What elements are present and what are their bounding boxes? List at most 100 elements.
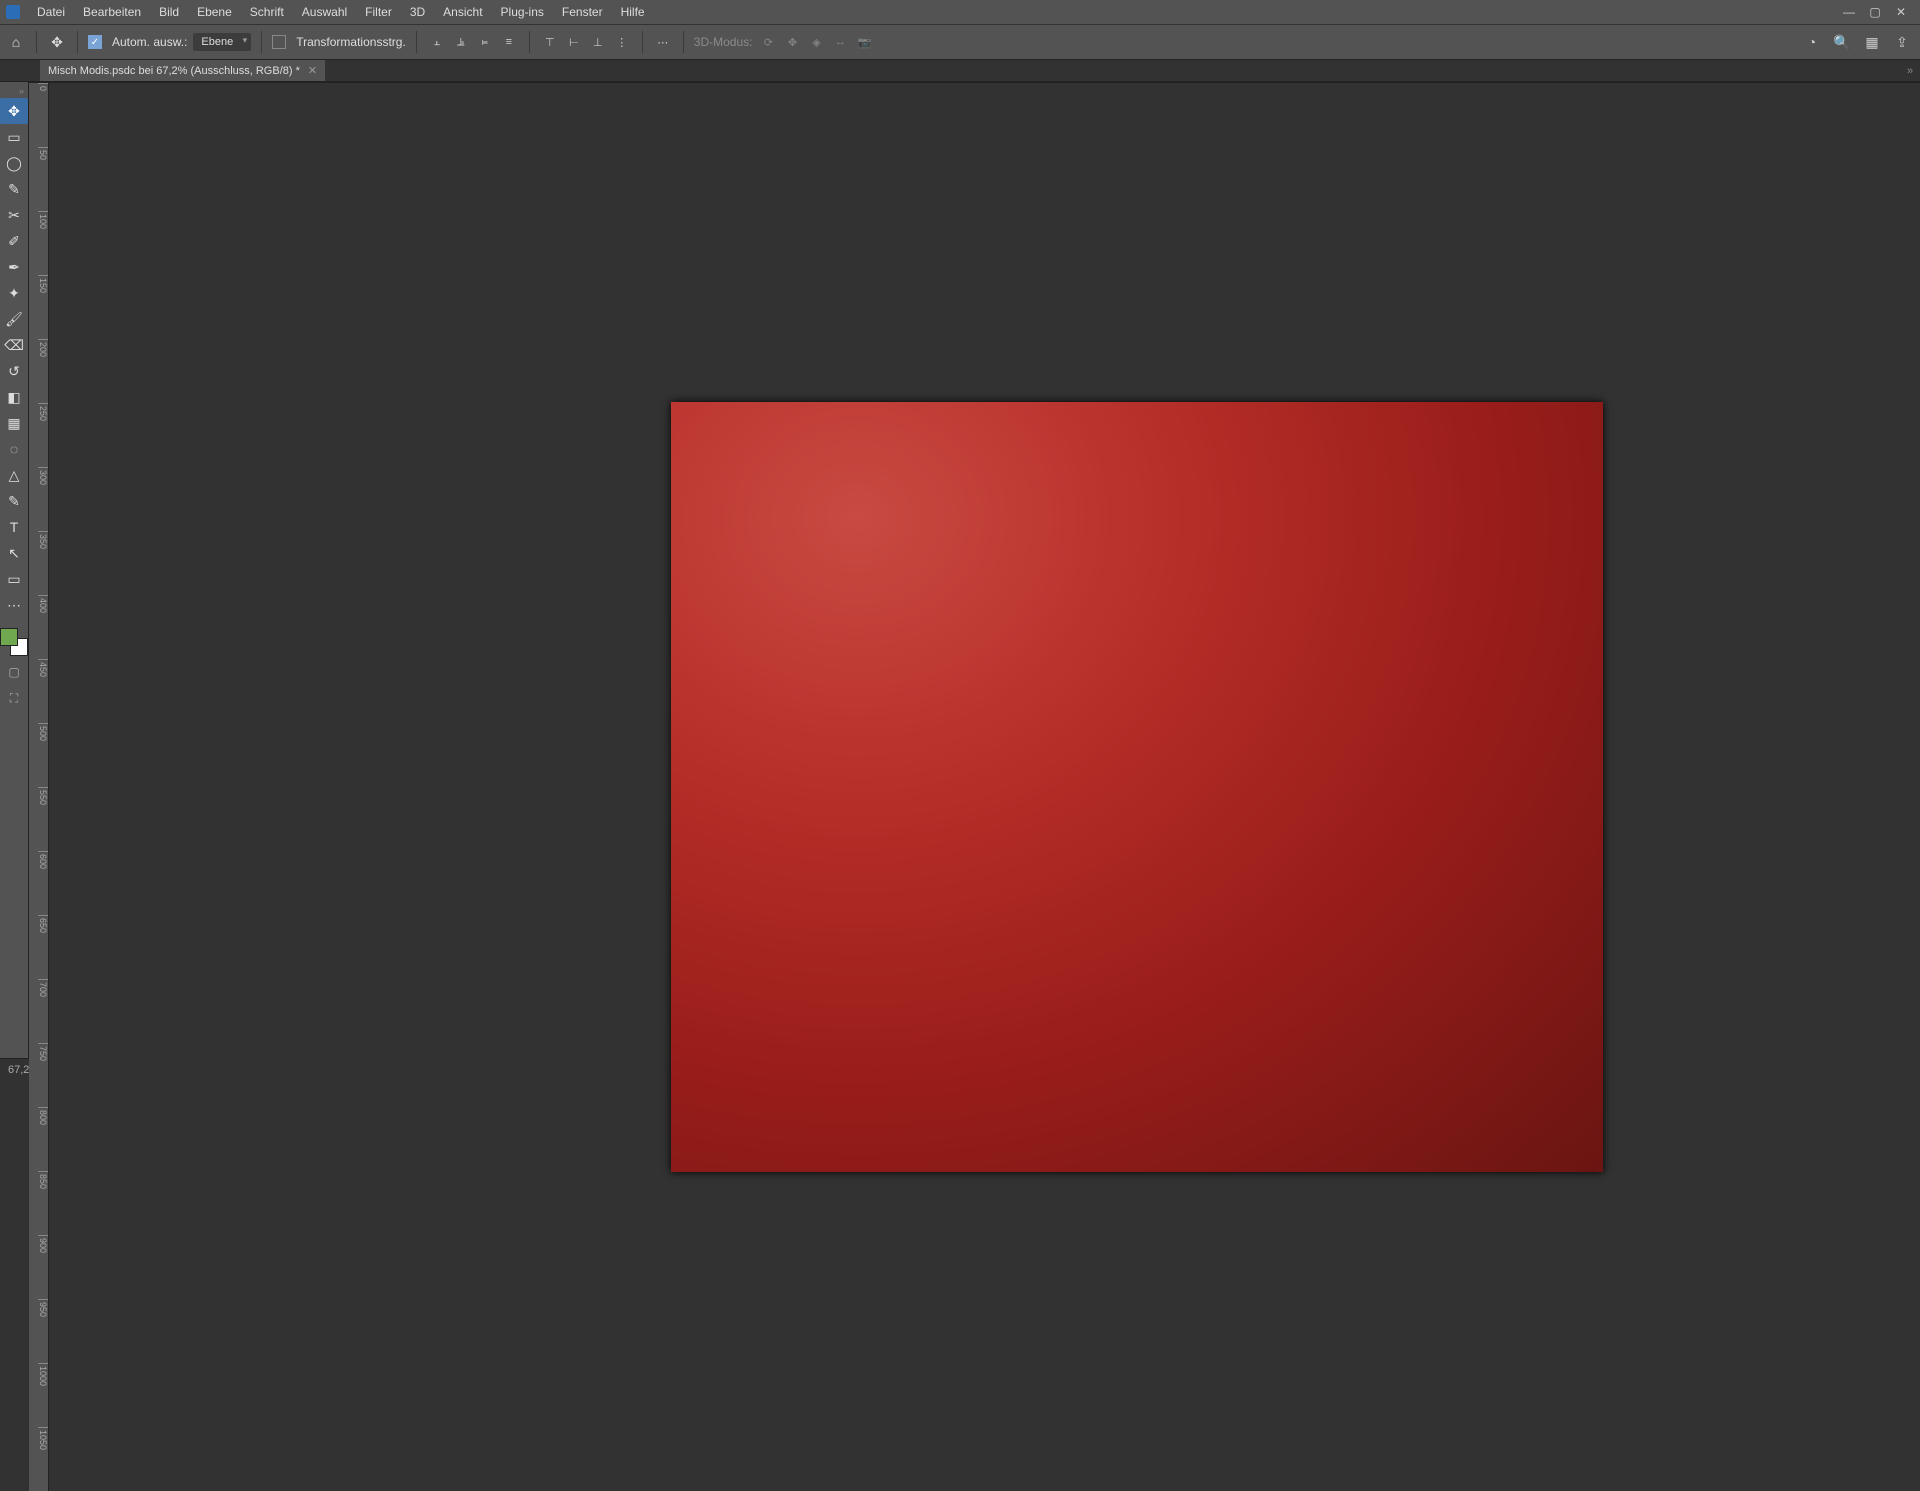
dolly3d-icon: ◈ bbox=[806, 32, 826, 52]
document-tab-title: Misch Modis.psdc bei 67,2% (Ausschluss, … bbox=[48, 65, 300, 77]
menu-item-datei[interactable]: Datei bbox=[28, 5, 74, 19]
menu-item-schrift[interactable]: Schrift bbox=[241, 5, 293, 19]
history-brush-tool[interactable]: ↺ bbox=[0, 358, 28, 384]
more-tools[interactable]: ⋯ bbox=[0, 592, 28, 618]
menu-item-auswahl[interactable]: Auswahl bbox=[293, 5, 356, 19]
maximize-button[interactable]: ▢ bbox=[1862, 0, 1888, 24]
ruler-v-tick: 200 bbox=[38, 339, 48, 403]
ruler-v-tick: 1000 bbox=[38, 1363, 48, 1427]
align-bottom-icon[interactable]: ⊥ bbox=[588, 32, 608, 52]
align-top-icon[interactable]: ⊤ bbox=[540, 32, 560, 52]
auto-select-checkbox[interactable]: ✓ bbox=[88, 35, 102, 49]
menu-item-hilfe[interactable]: Hilfe bbox=[612, 5, 654, 19]
stamp-tool[interactable]: ⌫ bbox=[0, 332, 28, 358]
cloud-docs-icon[interactable]: ◔ bbox=[1800, 30, 1824, 54]
ruler-v-tick: 1050 bbox=[38, 1427, 48, 1491]
move-tool-icon[interactable]: ✥ bbox=[47, 32, 67, 52]
frame-tool[interactable]: ✐ bbox=[0, 228, 28, 254]
align-center-h-icon[interactable]: ⫡ bbox=[451, 32, 471, 52]
ruler-v-tick: 250 bbox=[38, 403, 48, 467]
screenmode-icon[interactable]: ⛶ bbox=[0, 688, 28, 708]
shape-tool[interactable]: ▭ bbox=[0, 566, 28, 592]
align-center-v-icon[interactable]: ⊢ bbox=[564, 32, 584, 52]
toolbox: » ✥▭◯✎✂✐✒✦🖌⌫↺◧▦◌△✎T↖▭⋯ ▢ ⛶ bbox=[0, 82, 29, 1058]
ruler-v-tick: 650 bbox=[38, 915, 48, 979]
ruler-v-tick: 850 bbox=[38, 1171, 48, 1235]
search-icon[interactable]: 🔍 bbox=[1830, 30, 1854, 54]
workspace-icon[interactable]: ▦ bbox=[1860, 30, 1884, 54]
menu-item-ansicht[interactable]: Ansicht bbox=[434, 5, 491, 19]
marquee-tool[interactable]: ▭ bbox=[0, 124, 28, 150]
lasso-tool[interactable]: ◯ bbox=[0, 150, 28, 176]
orbit3d-icon: ⟳ bbox=[758, 32, 778, 52]
dodge-tool[interactable]: △ bbox=[0, 462, 28, 488]
pan3d-icon: ✥ bbox=[782, 32, 802, 52]
canvas-viewport[interactable] bbox=[49, 83, 1920, 1491]
camera3d-icon: 📷 bbox=[854, 32, 874, 52]
align-right-icon[interactable]: ⫢ bbox=[475, 32, 495, 52]
menu-item-fenster[interactable]: Fenster bbox=[553, 5, 612, 19]
distribute-v-icon[interactable]: ⋮ bbox=[612, 32, 632, 52]
ruler-v-tick: 600 bbox=[38, 851, 48, 915]
close-window-button[interactable]: ✕ bbox=[1888, 0, 1914, 24]
path-selection-tool[interactable]: ↖ bbox=[0, 540, 28, 566]
color-swatches[interactable] bbox=[0, 628, 28, 656]
menubar: DateiBearbeitenBildEbeneSchriftAuswahlFi… bbox=[0, 0, 1920, 24]
document-tab[interactable]: Misch Modis.psdc bei 67,2% (Ausschluss, … bbox=[40, 60, 325, 81]
crop-tool[interactable]: ✂ bbox=[0, 202, 28, 228]
ruler-v-tick: 150 bbox=[38, 275, 48, 339]
ruler-v-tick: 950 bbox=[38, 1299, 48, 1363]
minimize-button[interactable]: — bbox=[1836, 0, 1862, 24]
ruler-v-tick: 0 bbox=[38, 83, 48, 147]
eraser-tool[interactable]: ◧ bbox=[0, 384, 28, 410]
home-icon[interactable]: ⌂ bbox=[6, 32, 26, 52]
options-bar: ⌂ ✥ ✓ Autom. ausw.: Ebene Transformation… bbox=[0, 24, 1920, 60]
auto-select-target-dropdown[interactable]: Ebene bbox=[193, 33, 251, 51]
close-tab-icon[interactable]: ✕ bbox=[308, 64, 317, 77]
slide3d-icon: ↔ bbox=[830, 32, 850, 52]
menu-item-plug-ins[interactable]: Plug-ins bbox=[492, 5, 553, 19]
menu-item-filter[interactable]: Filter bbox=[356, 5, 401, 19]
pen-tool[interactable]: ✎ bbox=[0, 488, 28, 514]
ruler-v-tick: 550 bbox=[38, 787, 48, 851]
ruler-vertical: 0501001502002503003504004505005506006507… bbox=[29, 83, 49, 1491]
menu-item-bild[interactable]: Bild bbox=[150, 5, 188, 19]
ruler-v-tick: 350 bbox=[38, 531, 48, 595]
brush-tool[interactable]: 🖌 bbox=[0, 306, 28, 332]
ruler-v-tick: 500 bbox=[38, 723, 48, 787]
toolbox-collapse-icon[interactable]: » bbox=[19, 86, 24, 96]
auto-select-label: Autom. ausw.: bbox=[112, 35, 187, 49]
fg-color-swatch[interactable] bbox=[0, 628, 18, 646]
app-logo-icon bbox=[6, 5, 20, 19]
distribute-h-icon[interactable]: ≡ bbox=[499, 32, 519, 52]
eyedropper-tool[interactable]: ✒ bbox=[0, 254, 28, 280]
healing-tool[interactable]: ✦ bbox=[0, 280, 28, 306]
ruler-v-tick: 800 bbox=[38, 1107, 48, 1171]
menu-item-ebene[interactable]: Ebene bbox=[188, 5, 241, 19]
gradient-tool[interactable]: ▦ bbox=[0, 410, 28, 436]
menu-item-bearbeiten[interactable]: Bearbeiten bbox=[74, 5, 150, 19]
quickmask-icon[interactable]: ▢ bbox=[0, 662, 28, 682]
tab-overflow-icon[interactable]: » bbox=[1900, 60, 1920, 81]
transform-controls-checkbox[interactable] bbox=[272, 35, 286, 49]
ruler-v-tick: 750 bbox=[38, 1043, 48, 1107]
document-tabbar: Misch Modis.psdc bei 67,2% (Ausschluss, … bbox=[0, 60, 1920, 82]
transform-controls-label: Transformationsstrg. bbox=[296, 35, 406, 49]
canvas-area: -500501001502002503003504004505005506006… bbox=[29, 82, 1920, 1058]
blur-tool[interactable]: ◌ bbox=[0, 436, 28, 462]
more-options-icon[interactable]: ⋯ bbox=[653, 32, 673, 52]
align-v-group: ⊤ ⊢ ⊥ ⋮ bbox=[540, 32, 632, 52]
align-group: ⫠ ⫡ ⫢ ≡ bbox=[427, 32, 519, 52]
ruler-v-tick: 900 bbox=[38, 1235, 48, 1299]
ruler-v-tick: 450 bbox=[38, 659, 48, 723]
mode3d-label: 3D-Modus: bbox=[694, 35, 753, 49]
type-tool[interactable]: T bbox=[0, 514, 28, 540]
menu-item-3d[interactable]: 3D bbox=[401, 5, 434, 19]
wand-tool[interactable]: ✎ bbox=[0, 176, 28, 202]
canvas-content bbox=[671, 402, 1603, 1172]
move-tool[interactable]: ✥ bbox=[0, 98, 28, 124]
ruler-v-tick: 100 bbox=[38, 211, 48, 275]
share-icon[interactable]: ⇪ bbox=[1890, 30, 1914, 54]
ruler-v-tick: 300 bbox=[38, 467, 48, 531]
align-left-icon[interactable]: ⫠ bbox=[427, 32, 447, 52]
